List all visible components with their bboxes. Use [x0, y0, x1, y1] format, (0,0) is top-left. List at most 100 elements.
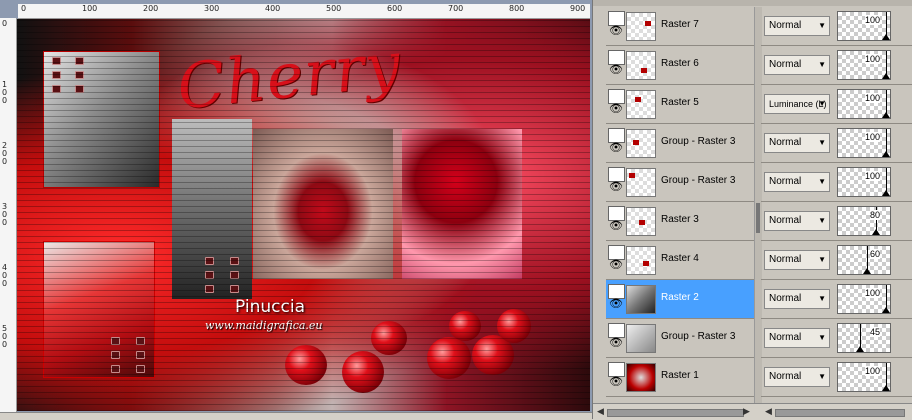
- opacity-slider[interactable]: 100: [837, 50, 891, 80]
- scroll-thumb[interactable]: [607, 409, 744, 417]
- blend-mode-dropdown[interactable]: Normal ▼: [764, 211, 830, 231]
- eye-icon[interactable]: 👁: [608, 180, 624, 193]
- opacity-value: 60: [869, 249, 880, 259]
- opacity-marker-icon[interactable]: [882, 112, 890, 118]
- ruler-tick-label: 0: [2, 19, 8, 28]
- palette-horizontal-scrollbar[interactable]: ◀ ▶ ◀: [593, 403, 912, 420]
- eye-icon[interactable]: 👁: [608, 375, 624, 388]
- eye-icon[interactable]: 👁: [608, 297, 624, 310]
- layer-row[interactable]: 👁 Raster 7: [606, 7, 754, 46]
- blend-mode-dropdown[interactable]: Normal ▼: [764, 367, 830, 387]
- layer-name: Group - Raster 3: [661, 175, 736, 186]
- layer-name: Group - Raster 3: [661, 331, 736, 342]
- opacity-slider[interactable]: 100: [837, 284, 891, 314]
- chevron-down-icon[interactable]: ▼: [818, 368, 826, 386]
- image-canvas[interactable]: Cherry Pinuccia www.maidigrafica.eu: [17, 19, 590, 411]
- chevron-down-icon[interactable]: ▼: [818, 329, 826, 347]
- layer-blend-row: Normal ▼ 100: [761, 124, 912, 163]
- opacity-value: 80: [869, 210, 880, 220]
- opacity-marker-icon[interactable]: [872, 229, 880, 235]
- opacity-value: 100: [864, 15, 880, 25]
- layer-row[interactable]: 👁 Raster 1: [606, 358, 754, 397]
- blend-mode-dropdown[interactable]: Normal ▼: [764, 55, 830, 75]
- scroll-left-icon[interactable]: ◀: [597, 406, 604, 417]
- eye-icon[interactable]: 👁: [608, 219, 624, 232]
- opacity-marker-icon[interactable]: [882, 385, 890, 391]
- opacity-slider[interactable]: 100: [837, 167, 891, 197]
- opacity-marker-icon[interactable]: [882, 73, 890, 79]
- layer-row[interactable]: 👁 Raster 5: [606, 85, 754, 124]
- layer-row[interactable]: 👁 Raster 4: [606, 241, 754, 280]
- blend-mode-dropdown[interactable]: Luminance (L) ▼: [764, 94, 830, 114]
- ruler-tick-label: 800: [509, 4, 525, 13]
- opacity-slider[interactable]: 100: [837, 11, 891, 41]
- decor-dot: [136, 337, 145, 345]
- opacity-slider[interactable]: 80: [837, 206, 891, 236]
- chevron-down-icon[interactable]: ▼: [818, 212, 826, 230]
- opacity-marker-icon[interactable]: [882, 34, 890, 40]
- opacity-slider[interactable]: 100: [837, 362, 891, 392]
- splitter-handle[interactable]: [756, 203, 760, 233]
- chevron-down-icon[interactable]: ▼: [818, 173, 826, 191]
- opacity-slider[interactable]: 100: [837, 89, 891, 119]
- chevron-down-icon[interactable]: ▼: [818, 134, 826, 152]
- layer-name: Raster 7: [661, 19, 699, 30]
- blend-mode-label: Normal: [769, 215, 802, 226]
- opacity-slider[interactable]: 45: [837, 323, 891, 353]
- blend-mode-label: Normal: [769, 137, 802, 148]
- layer-row[interactable]: 👁 Raster 6: [606, 46, 754, 85]
- eye-icon[interactable]: 👁: [608, 24, 624, 37]
- thumbnail-mark: [643, 261, 649, 266]
- layer-blend-row: Luminance (L) ▼ 100: [761, 85, 912, 124]
- thumbnail-mark: [641, 68, 647, 73]
- blend-mode-dropdown[interactable]: Normal ▼: [764, 172, 830, 192]
- chevron-down-icon[interactable]: ▼: [818, 290, 826, 308]
- layer-name: Raster 1: [661, 370, 699, 381]
- blend-mode-dropdown[interactable]: Normal ▼: [764, 250, 830, 270]
- ruler-tick-label: 0: [21, 4, 27, 13]
- blend-mode-dropdown[interactable]: Normal ▼: [764, 328, 830, 348]
- lips-panel: [253, 129, 393, 279]
- scroll-thumb[interactable]: [775, 409, 905, 417]
- chevron-down-icon[interactable]: ▼: [818, 95, 826, 113]
- opacity-marker-icon[interactable]: [863, 268, 871, 274]
- layer-row[interactable]: 👁 Group - Raster 3: [606, 124, 754, 163]
- layer-row[interactable]: 👁 Group - Raster 3: [606, 163, 754, 202]
- decor-dot: [75, 71, 84, 79]
- cherry-fruit: [371, 321, 407, 355]
- layer-row[interactable]: 👁 Group - Raster 3: [606, 319, 754, 358]
- chevron-down-icon[interactable]: ▼: [818, 251, 826, 269]
- scroll-left-icon[interactable]: ◀: [765, 406, 772, 417]
- blend-mode-dropdown[interactable]: Normal ▼: [764, 133, 830, 153]
- blend-mode-dropdown[interactable]: Normal ▼: [764, 289, 830, 309]
- opacity-slider[interactable]: 60: [837, 245, 891, 275]
- chevron-down-icon[interactable]: ▼: [818, 17, 826, 35]
- scroll-right-icon[interactable]: ▶: [743, 406, 750, 417]
- vertical-ruler: 0 1 0 0 2 0 0 3 0 0 4 0 0 5 0 0: [0, 18, 17, 412]
- decor-dot: [136, 365, 145, 373]
- eye-icon[interactable]: 👁: [608, 141, 624, 154]
- thumbnail-mark: [635, 97, 641, 102]
- eye-icon[interactable]: 👁: [608, 336, 624, 349]
- layer-row[interactable]: 👁 Raster 2: [606, 280, 754, 319]
- opacity-slider[interactable]: 100: [837, 128, 891, 158]
- opacity-marker-icon[interactable]: [882, 151, 890, 157]
- opacity-marker-icon[interactable]: [882, 307, 890, 313]
- opacity-value: 100: [864, 171, 880, 181]
- blend-mode-dropdown[interactable]: Normal ▼: [764, 16, 830, 36]
- layer-blend-row: Normal ▼ 80: [761, 202, 912, 241]
- ruler-tick-label: 100: [82, 4, 98, 13]
- opacity-marker-icon[interactable]: [882, 190, 890, 196]
- chevron-down-icon[interactable]: ▼: [818, 56, 826, 74]
- cherry-fruit: [427, 337, 471, 379]
- eye-icon[interactable]: 👁: [608, 102, 624, 115]
- eye-icon[interactable]: 👁: [608, 258, 624, 271]
- artwork-website: www.maidigrafica.eu: [205, 319, 323, 332]
- cherry-fruit: [285, 345, 327, 385]
- opacity-marker-icon[interactable]: [856, 346, 864, 352]
- layer-row[interactable]: 👁 Raster 3: [606, 202, 754, 241]
- layer-blend-row: Normal ▼ 100: [761, 46, 912, 85]
- layer-name: Raster 5: [661, 97, 699, 108]
- eye-icon[interactable]: 👁: [608, 63, 624, 76]
- ruler-tick-label: 3 0 0: [2, 202, 8, 227]
